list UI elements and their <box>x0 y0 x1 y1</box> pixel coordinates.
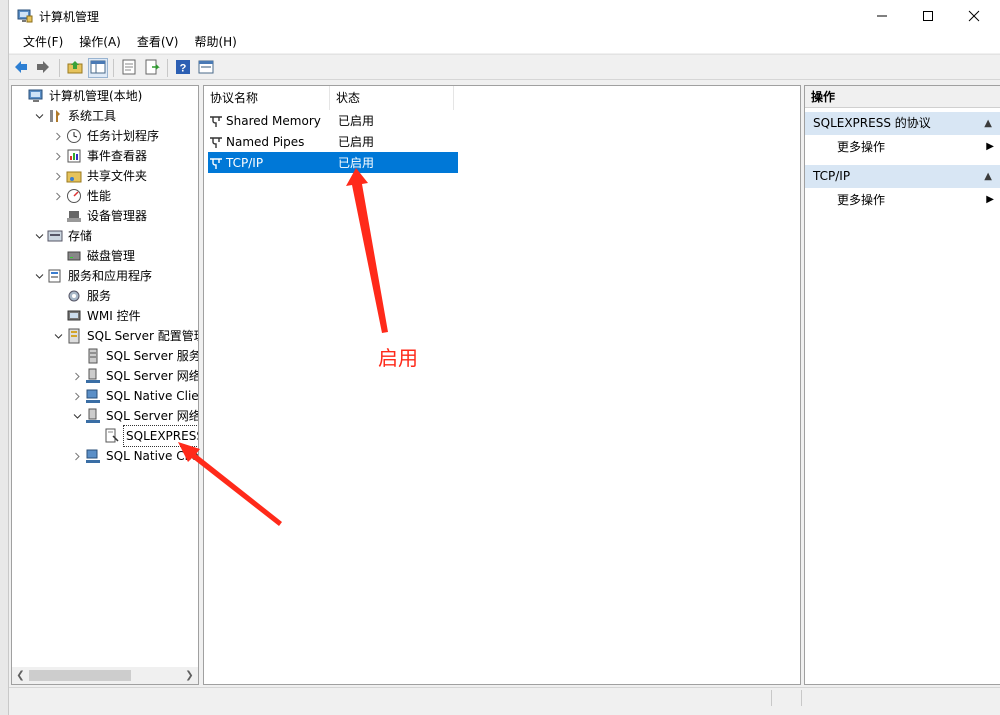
annotation-layer <box>178 168 388 526</box>
annotation-label: 启用 <box>378 346 418 370</box>
annotation-arrow-to-sqlexpress <box>178 442 282 526</box>
annotation-arrow-to-tcpip <box>346 168 388 333</box>
